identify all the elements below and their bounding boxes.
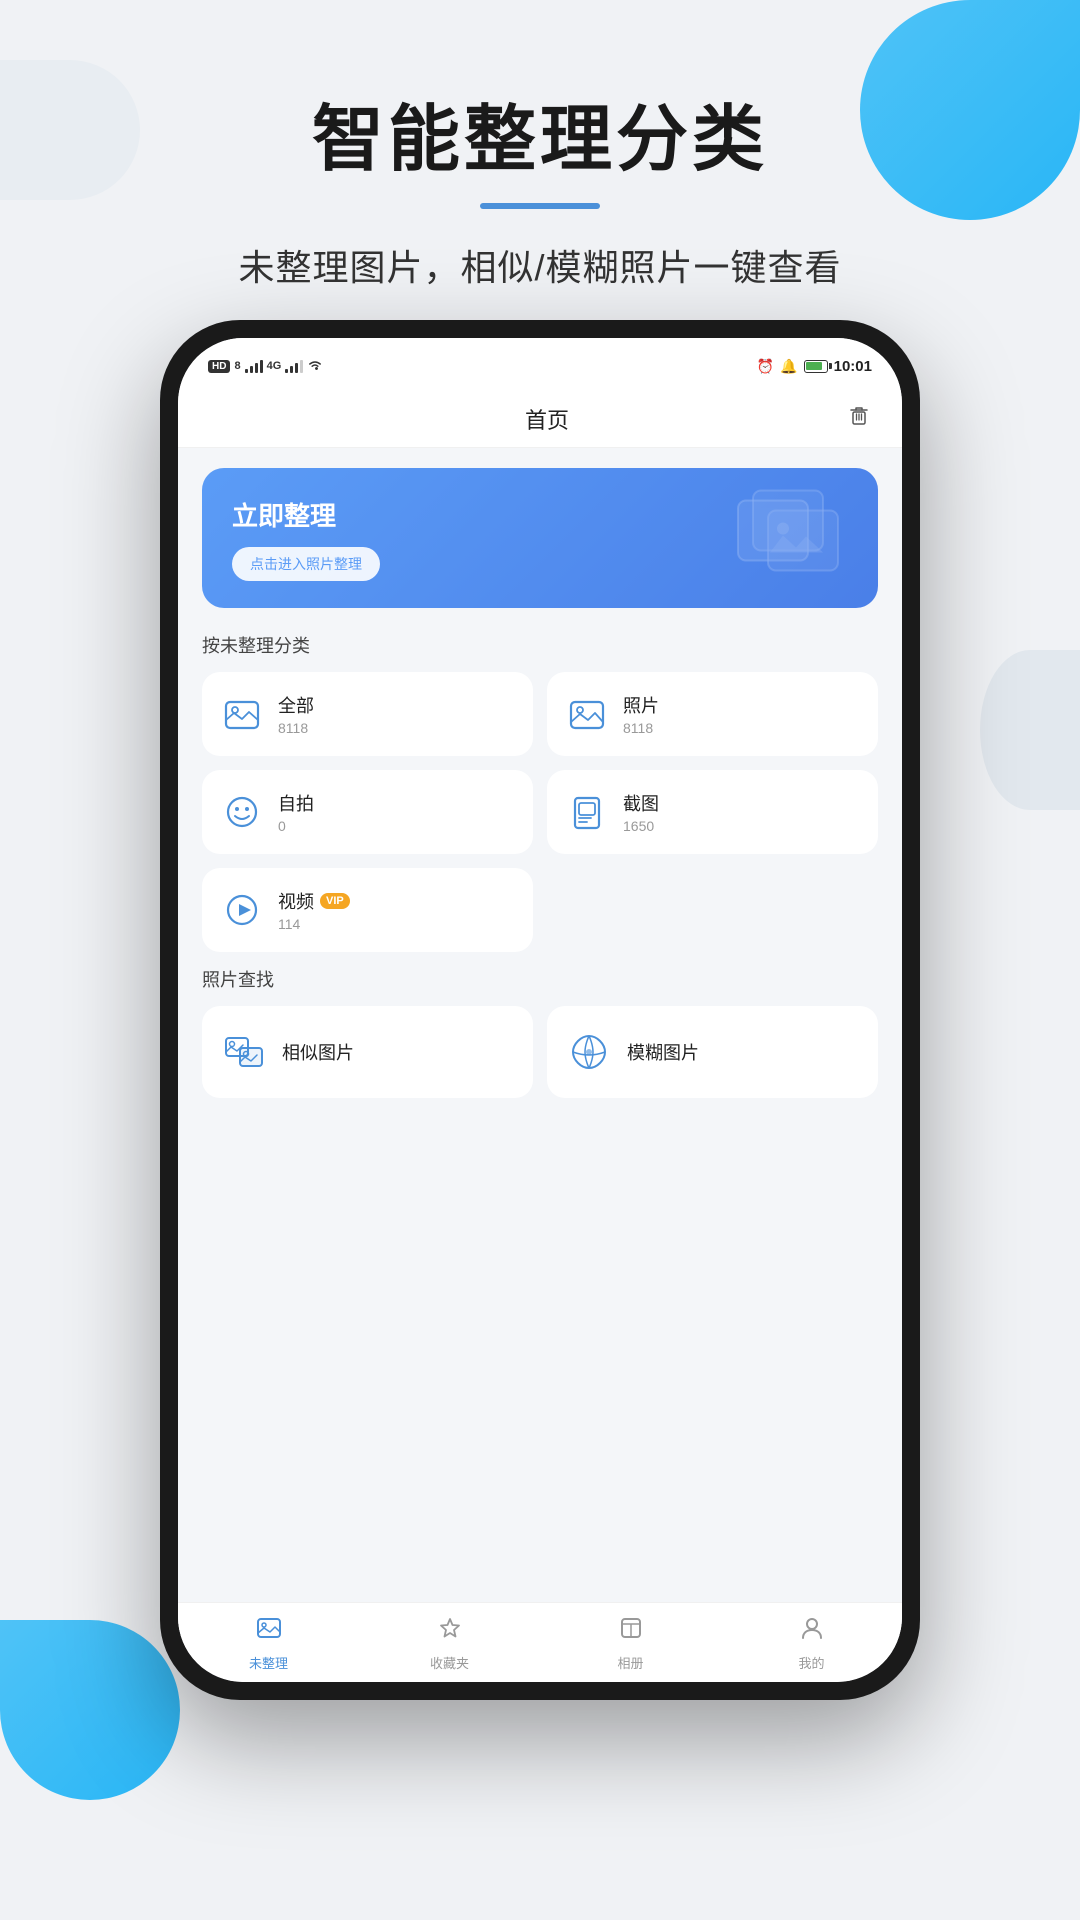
nav-favorites[interactable]: 收藏夹 [359,1614,540,1672]
nav-unorganized-icon [255,1614,283,1649]
bottom-nav: 未整理 收藏夹 [178,1602,902,1682]
phone-outer: HD 8 4G [160,320,920,1700]
all-info: 全部 8118 [278,692,314,736]
all-count: 8118 [278,720,314,736]
signal-bars-2 [285,359,303,373]
trash-button[interactable] [846,402,872,435]
screenshots-count: 1650 [623,818,659,834]
screenshots-info: 截图 1650 [623,790,659,834]
selfie-label: 自拍 [278,790,314,816]
nav-mine-label: 我的 [798,1653,824,1672]
nav-favorites-label: 收藏夹 [430,1653,469,1672]
nav-unorganized-label: 未整理 [249,1653,288,1672]
photo-find-grid: 相似图片 [202,1006,878,1098]
video-icon [220,888,264,932]
phone-mockup: HD 8 4G [160,320,920,1700]
categories-grid-row2: 自拍 0 [202,770,878,854]
category-video[interactable]: 视频 VIP 114 [202,868,533,952]
page-subtitle: 未整理图片，相似/模糊照片一键查看 [0,239,1080,291]
photos-count: 8118 [623,720,659,736]
alarm-icon: ⏰ [757,358,774,375]
categories-grid-row3: 视频 VIP 114 [202,868,878,952]
title-underline [480,203,600,209]
section2-title: 照片查找 [202,966,878,992]
all-label: 全部 [278,692,314,718]
battery-box [804,360,828,373]
time-display: 10:01 [834,358,872,375]
blob-mid-right [980,650,1080,810]
page-title: 智能整理分类 [0,80,1080,185]
page-header: 智能整理分类 未整理图片，相似/模糊照片一键查看 [0,80,1080,291]
battery [804,360,828,373]
photos-icon [565,692,609,736]
vip-badge: VIP [320,893,350,909]
all-icon [220,692,264,736]
status-bar: HD 8 4G [178,338,902,390]
photos-label: 照片 [623,692,659,718]
nav-album[interactable]: 相册 [540,1614,721,1672]
app-scroll: 立即整理 点击进入照片整理 [178,448,902,1660]
screenshots-label: 截图 [623,790,659,816]
nav-mine-icon [798,1614,826,1649]
nav-title: 首页 [248,403,846,435]
status-right: ⏰ 🔔 10:01 [757,358,872,375]
wifi-icon [307,358,323,374]
phone-inner: HD 8 4G [178,338,902,1682]
similar-label: 相似图片 [282,1039,354,1065]
category-photos[interactable]: 照片 8118 [547,672,878,756]
selfie-icon [220,790,264,834]
banner-card[interactable]: 立即整理 点击进入照片整理 [202,468,878,608]
network-type: 8 [234,360,240,372]
banner-button[interactable]: 点击进入照片整理 [232,547,380,581]
blurry-label: 模糊图片 [627,1039,699,1065]
categories-grid-row1: 全部 8118 [202,672,878,756]
blob-bottom-left [0,1620,180,1800]
nav-favorites-icon [436,1614,464,1649]
blurry-icon [565,1028,613,1076]
category-all[interactable]: 全部 8118 [202,672,533,756]
selfie-info: 自拍 0 [278,790,314,834]
video-count: 114 [278,916,350,932]
battery-fill [806,362,822,370]
app-navbar: 首页 [178,390,902,448]
selfie-count: 0 [278,818,314,834]
nav-album-label: 相册 [617,1653,643,1672]
blurry-photos[interactable]: 模糊图片 [547,1006,878,1098]
video-label: 视频 VIP [278,888,350,914]
photos-info: 照片 8118 [623,692,659,736]
signal-bars-1 [245,359,263,373]
nav-unorganized[interactable]: 未整理 [178,1614,359,1672]
video-info: 视频 VIP 114 [278,888,350,932]
section1-title: 按未整理分类 [202,632,878,658]
hd-badge: HD [208,360,230,373]
nav-mine[interactable]: 我的 [721,1614,902,1672]
banner-icon [728,481,858,596]
nav-album-icon [617,1614,645,1649]
network-type-2: 4G [267,360,282,372]
app-content: 立即整理 点击进入照片整理 [178,448,902,1660]
similar-icon [220,1028,268,1076]
category-screenshots[interactable]: 截图 1650 [547,770,878,854]
category-selfie[interactable]: 自拍 0 [202,770,533,854]
screenshots-icon [565,790,609,834]
status-left: HD 8 4G [208,358,323,374]
similar-photos[interactable]: 相似图片 [202,1006,533,1098]
bell-icon: 🔔 [780,358,797,375]
